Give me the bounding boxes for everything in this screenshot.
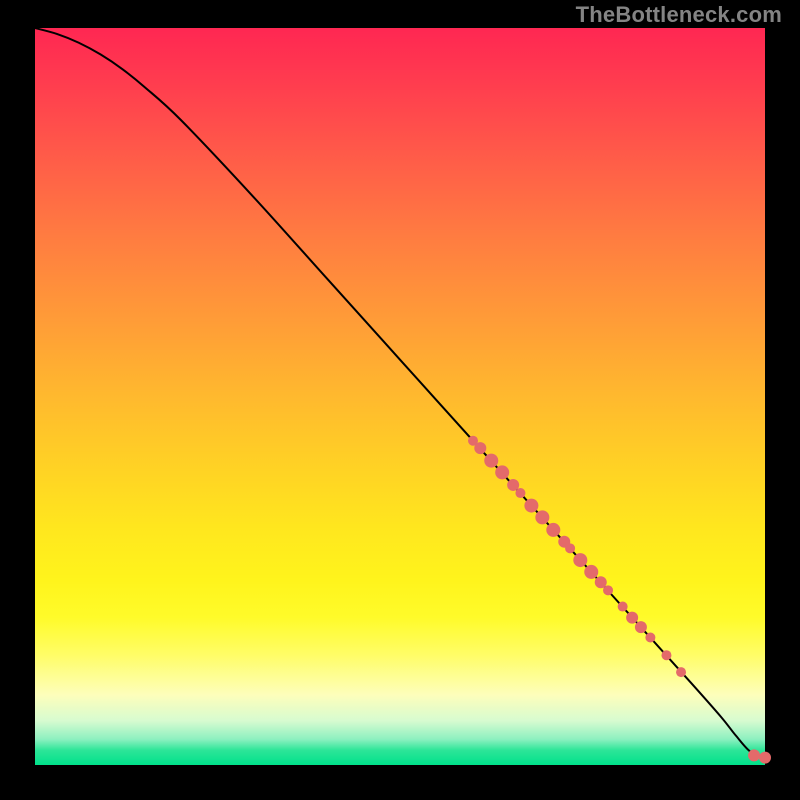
data-point [661,650,671,660]
chart-svg [35,28,765,765]
data-point [676,667,686,677]
plot-area [35,28,765,765]
data-point [495,465,509,479]
attribution-text: TheBottleneck.com [576,2,782,28]
data-point [524,499,538,513]
data-point [484,454,498,468]
data-point [635,621,647,633]
data-point [759,752,771,764]
data-point [584,565,598,579]
data-point [565,543,575,553]
data-point [573,553,587,567]
chart-stage: TheBottleneck.com [0,0,800,800]
data-point [535,510,549,524]
data-point [645,633,655,643]
data-point [748,749,760,761]
data-point [546,523,560,537]
data-point [515,488,525,498]
data-point [603,585,613,595]
data-point [626,612,638,624]
data-point [618,602,628,612]
highlighted-points-group [468,436,771,764]
bottleneck-curve [35,28,765,758]
data-point [474,442,486,454]
